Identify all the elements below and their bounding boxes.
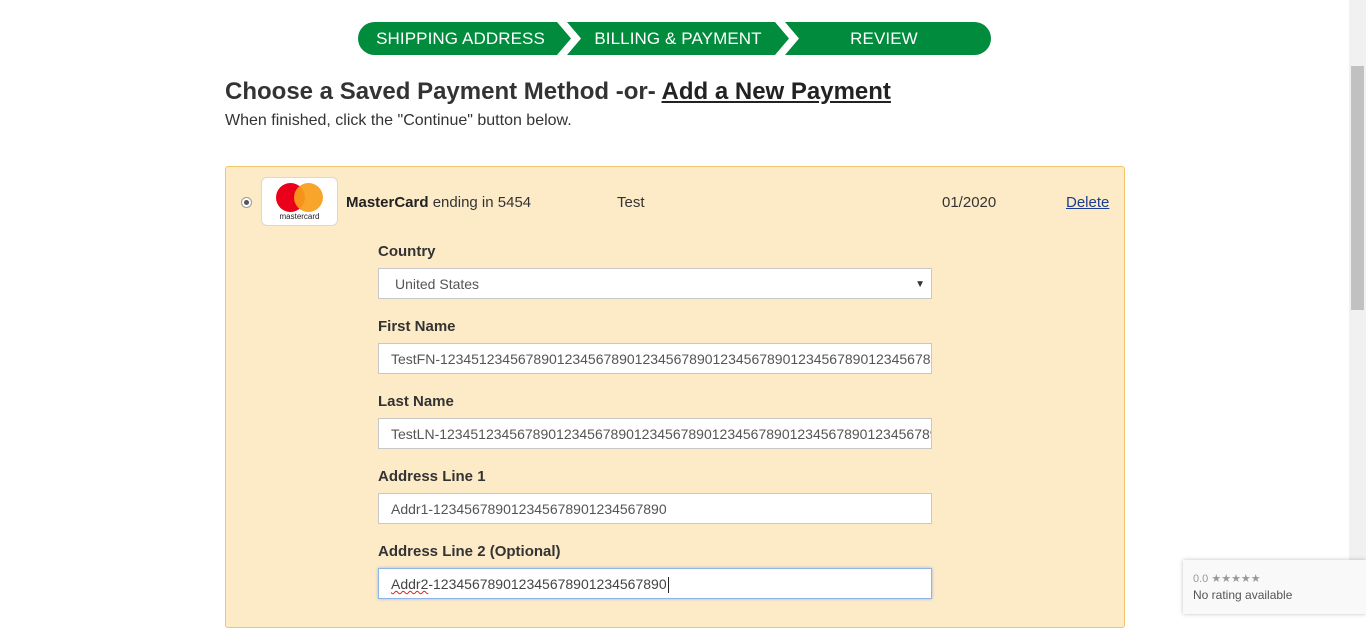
mastercard-orange-circle-icon	[294, 183, 323, 212]
page-title-prefix: Choose a Saved Payment Method -or-	[225, 78, 662, 105]
delete-card-link[interactable]: Delete	[1066, 194, 1109, 211]
step-review-label: REVIEW	[850, 29, 918, 48]
scrollbar-thumb[interactable]	[1351, 66, 1364, 310]
last-name-label: Last Name	[378, 393, 454, 410]
card-brand: MasterCard	[346, 194, 429, 211]
card-ending: ending in 5454	[432, 194, 532, 211]
text-caret	[667, 577, 669, 594]
checkout-progress-steps: SHIPPING ADDRESS BILLING & PAYMENT REVIE…	[358, 22, 991, 55]
step-billing-payment[interactable]: BILLING & PAYMENT	[567, 22, 789, 55]
address-line2-label: Address Line 2 (Optional)	[378, 543, 561, 560]
page-title: Choose a Saved Payment Method -or- Add a…	[225, 78, 891, 106]
instruction-text: When finished, click the "Continue" butt…	[225, 112, 572, 129]
rating-status-text: No rating available	[1193, 588, 1293, 602]
rating-badge[interactable]: 0.0 ★★★★★ No rating available	[1183, 560, 1366, 614]
card-expiry: 01/2020	[942, 194, 997, 211]
payment-method-radio[interactable]	[241, 197, 252, 208]
last-name-input[interactable]: TestLN-123451234567890123456789012345678…	[378, 418, 932, 449]
card-description: MasterCard ending in 5454	[346, 194, 531, 211]
add-new-payment-link[interactable]: Add a New Payment	[662, 78, 891, 105]
address-line2-input[interactable]: Addr2-123456789012345678901234567890	[378, 568, 932, 599]
country-select-value: United States	[395, 276, 480, 292]
step-shipping-label: SHIPPING ADDRESS	[376, 29, 545, 48]
saved-payment-panel: mastercard MasterCard ending in 5454 Tes…	[225, 166, 1125, 628]
step-review[interactable]: REVIEW	[785, 22, 991, 55]
step-shipping-address[interactable]: SHIPPING ADDRESS	[358, 22, 571, 55]
address-line2-prefix: Addr2	[391, 576, 429, 592]
first-name-label: First Name	[378, 318, 456, 335]
country-label: Country	[378, 243, 436, 260]
first-name-input[interactable]: TestFN-123451234567890123456789012345678…	[378, 343, 932, 374]
address-line1-input[interactable]: Addr1-123456789012345678901234567890	[378, 493, 932, 524]
card-label: Test	[617, 194, 645, 211]
mastercard-logo: mastercard	[261, 177, 338, 226]
address-line2-rest: -123456789012345678901234567890	[428, 576, 667, 592]
chevron-down-icon: ▼	[915, 279, 925, 290]
country-select[interactable]: United States ▼	[378, 268, 932, 299]
step-billing-label: BILLING & PAYMENT	[594, 29, 762, 48]
address-line1-label: Address Line 1	[378, 468, 486, 485]
mastercard-logo-text: mastercard	[279, 212, 320, 221]
vertical-scrollbar[interactable]	[1349, 0, 1366, 614]
rating-stars: 0.0 ★★★★★	[1193, 573, 1261, 585]
